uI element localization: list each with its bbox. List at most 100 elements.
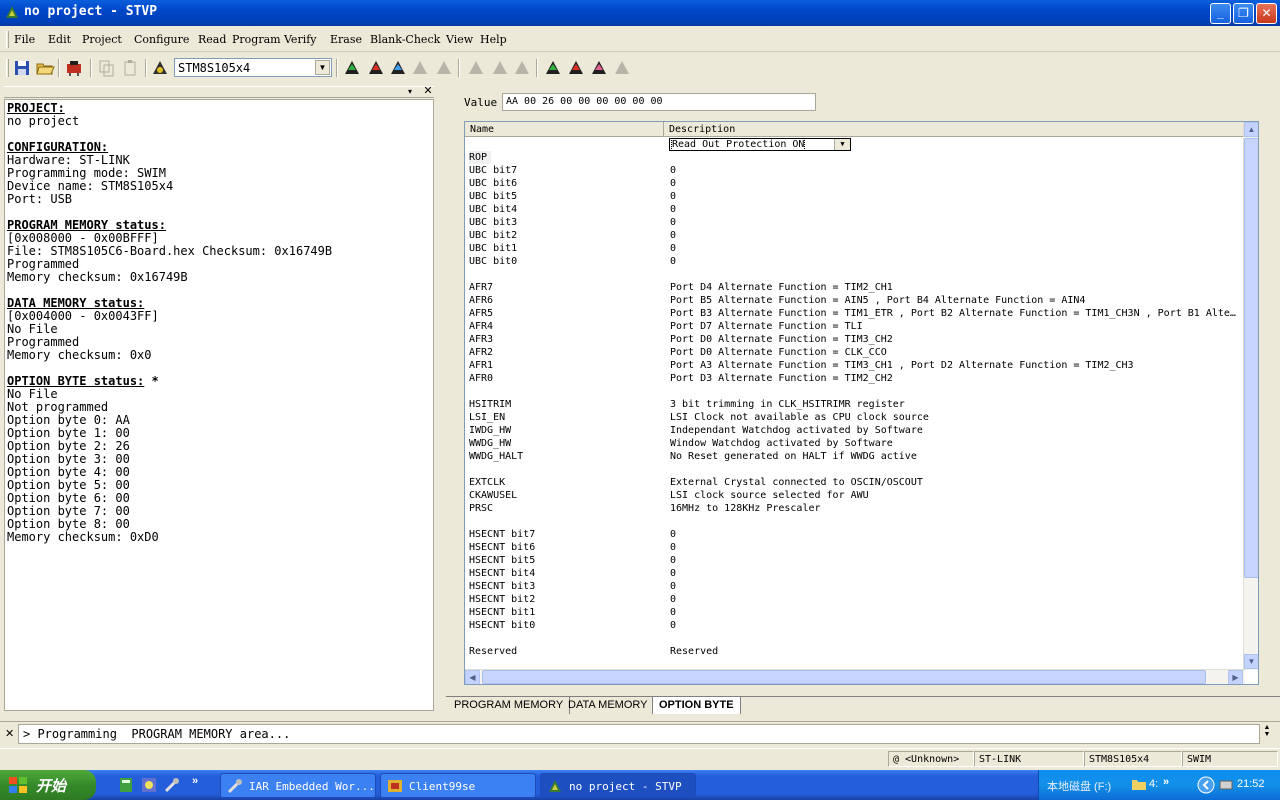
menubar-grip[interactable]: [6, 31, 9, 48]
quicklaunch-paint-icon[interactable]: [141, 777, 157, 793]
table-row[interactable]: HSECNT bit6 0: [465, 541, 1243, 554]
scroll-up-icon[interactable]: ▲: [1244, 122, 1258, 137]
table-row[interactable]: IWDG_HW Independant Watchdog activated by…: [465, 424, 1243, 437]
table-row[interactable]: UBC bit7 0: [465, 164, 1243, 177]
menu-project[interactable]: Project: [82, 33, 122, 46]
table-row[interactable]: UBC bit3 0: [465, 216, 1243, 229]
table-row[interactable]: WWDG_HW Window Watchdog activated by Soft…: [465, 437, 1243, 450]
table-row[interactable]: AFR7 Port D4 Alternate Function = TIM2_CH…: [465, 281, 1243, 294]
device-select[interactable]: STM8S105x4 ▼: [174, 58, 332, 77]
erase-icon-disabled[interactable]: [410, 58, 430, 78]
table-row[interactable]: UBC bit0 0: [465, 255, 1243, 268]
horizontal-scroll-thumb[interactable]: [482, 670, 1206, 684]
table-row[interactable]: AFR0 Port D3 Alternate Function = TIM2_CH…: [465, 372, 1243, 385]
table-row[interactable]: CKAWUSEL LSI clock source selected for AW…: [465, 489, 1243, 502]
table-row[interactable]: HSITRIM 3 bit trimming in CLK_HSITRIMR re…: [465, 398, 1243, 411]
table-row[interactable]: HSECNT bit2 0: [465, 593, 1243, 606]
maximize-button[interactable]: ❐: [1233, 3, 1254, 24]
table-row[interactable]: HSECNT bit5 0: [465, 554, 1243, 567]
tab-data-memory[interactable]: DATA MEMORY: [562, 697, 655, 714]
table-row[interactable]: AFR4 Port D7 Alternate Function = TLI: [465, 320, 1243, 333]
table-row[interactable]: HSECNT bit3 0: [465, 580, 1243, 593]
erase-tab-icon-disabled[interactable]: [612, 58, 632, 78]
tray-collapse-icon[interactable]: [1197, 776, 1215, 794]
horizontal-scrollbar[interactable]: ◀ ▶: [465, 669, 1245, 684]
copy-icon[interactable]: [96, 58, 116, 78]
task-client99se[interactable]: Client99se: [380, 773, 536, 798]
quicklaunch-tools-icon[interactable]: [164, 777, 180, 793]
table-row[interactable]: LSI_EN LSI Clock not available as CPU clo…: [465, 411, 1243, 424]
scroll-down-icon[interactable]: ▼: [1244, 654, 1258, 669]
program-tab-icon[interactable]: [566, 58, 586, 78]
menu-edit[interactable]: Edit: [48, 33, 71, 46]
menu-verify[interactable]: Verify: [284, 33, 317, 46]
table-row[interactable]: UBC bit6 0: [465, 177, 1243, 190]
minimize-button[interactable]: _: [1210, 3, 1231, 24]
panel-header-grip[interactable]: [4, 86, 434, 98]
table-row[interactable]: HSECNT bit7 0: [465, 528, 1243, 541]
close-output-icon[interactable]: ✕: [5, 727, 14, 740]
vertical-scroll-thumb[interactable]: [1244, 138, 1258, 578]
table-row[interactable]: HSECNT bit1 0: [465, 606, 1243, 619]
table-row[interactable]: Reserved Reserved: [465, 645, 1243, 658]
table-row[interactable]: UBC bit1 0: [465, 242, 1243, 255]
menu-configure[interactable]: Configure: [134, 33, 189, 46]
output-log[interactable]: > Programming PROGRAM MEMORY area...: [18, 724, 1260, 744]
toolbar-grip[interactable]: [6, 59, 9, 77]
menu-program[interactable]: Program: [232, 33, 281, 46]
read-tab-icon[interactable]: [543, 58, 563, 78]
quicklaunch-more-icon[interactable]: »: [192, 775, 198, 787]
table-row[interactable]: EXTCLK External Crystal connected to OSCI…: [465, 476, 1243, 489]
menu-read[interactable]: Read: [198, 33, 226, 46]
table-row[interactable]: AFR6 Port B5 Alternate Function = AIN5 , …: [465, 294, 1243, 307]
menu-view[interactable]: View: [446, 33, 473, 46]
menu-blank-check[interactable]: Blank-Check: [370, 33, 440, 46]
save-icon[interactable]: [12, 58, 32, 78]
verify-all-icon[interactable]: [388, 58, 408, 78]
close-button[interactable]: ✕: [1256, 3, 1277, 24]
close-panel-icon[interactable]: ✕: [422, 85, 434, 98]
table-row[interactable]: UBC bit2 0: [465, 229, 1243, 242]
quicklaunch-calculator-icon[interactable]: [118, 777, 134, 793]
tab-program-memory[interactable]: PROGRAM MEMORY: [448, 697, 571, 714]
program-current-tab-icon-disabled[interactable]: [490, 58, 510, 78]
chevron-down-icon[interactable]: ▼: [315, 60, 330, 75]
open-folder-icon[interactable]: [35, 58, 55, 78]
blank-check-icon-disabled[interactable]: [434, 58, 454, 78]
start-button[interactable]: 开始: [0, 770, 96, 800]
output-scroll-spinner[interactable]: ▲ ▼: [1260, 724, 1274, 744]
title-bar[interactable]: no project - STVP _ ❐ ✕: [0, 0, 1280, 26]
table-row[interactable]: AFR1 Port A3 Alternate Function = TIM3_CH…: [465, 359, 1243, 372]
tab-option-byte[interactable]: OPTION BYTE: [652, 697, 741, 714]
verify-tab-icon[interactable]: [589, 58, 609, 78]
value-field[interactable]: AA 00 26 00 00 00 00 00 00: [502, 93, 816, 111]
paste-icon[interactable]: [120, 58, 140, 78]
read-all-icon[interactable]: [342, 58, 362, 78]
table-row[interactable]: AFR2 Port D0 Alternate Function = CLK_CCO: [465, 346, 1243, 359]
table-row[interactable]: HSECNT bit0 0: [465, 619, 1243, 632]
scroll-right-icon[interactable]: ▶: [1228, 670, 1243, 684]
task-stvp[interactable]: no project - STVP: [540, 773, 696, 798]
panel-splitter[interactable]: [438, 84, 446, 714]
column-header-description[interactable]: Description: [664, 122, 1244, 137]
menu-help[interactable]: Help: [480, 33, 507, 46]
read-current-tab-icon-disabled[interactable]: [466, 58, 486, 78]
tray-more-icon[interactable]: »: [1163, 776, 1169, 788]
rop-select[interactable]: Read Out Protection ON ▼: [669, 138, 851, 151]
menu-erase[interactable]: Erase: [330, 33, 362, 46]
folder-icon[interactable]: [1131, 777, 1147, 791]
device-settings-icon[interactable]: [64, 58, 84, 78]
table-row[interactable]: WWDG_HALT No Reset generated on HALT if W…: [465, 450, 1243, 463]
program-all-icon[interactable]: [366, 58, 386, 78]
table-row[interactable]: UBC bit5 0: [465, 190, 1243, 203]
task-iar[interactable]: IAR Embedded Wor...: [220, 773, 376, 798]
table-row[interactable]: PRSC 16MHz to 128KHz Prescaler: [465, 502, 1243, 515]
panel-menu-icon[interactable]: ▾: [408, 87, 412, 96]
menu-file[interactable]: File: [14, 33, 35, 46]
scroll-left-icon[interactable]: ◀: [465, 670, 480, 684]
table-row-rop[interactable]: ROP: [465, 138, 664, 164]
table-row[interactable]: AFR3 Port D0 Alternate Function = TIM3_CH…: [465, 333, 1243, 346]
keyboard-icon[interactable]: [1219, 778, 1233, 792]
table-row[interactable]: AFR5 Port B3 Alternate Function = TIM1_ET…: [465, 307, 1243, 320]
verify-current-tab-icon-disabled[interactable]: [512, 58, 532, 78]
